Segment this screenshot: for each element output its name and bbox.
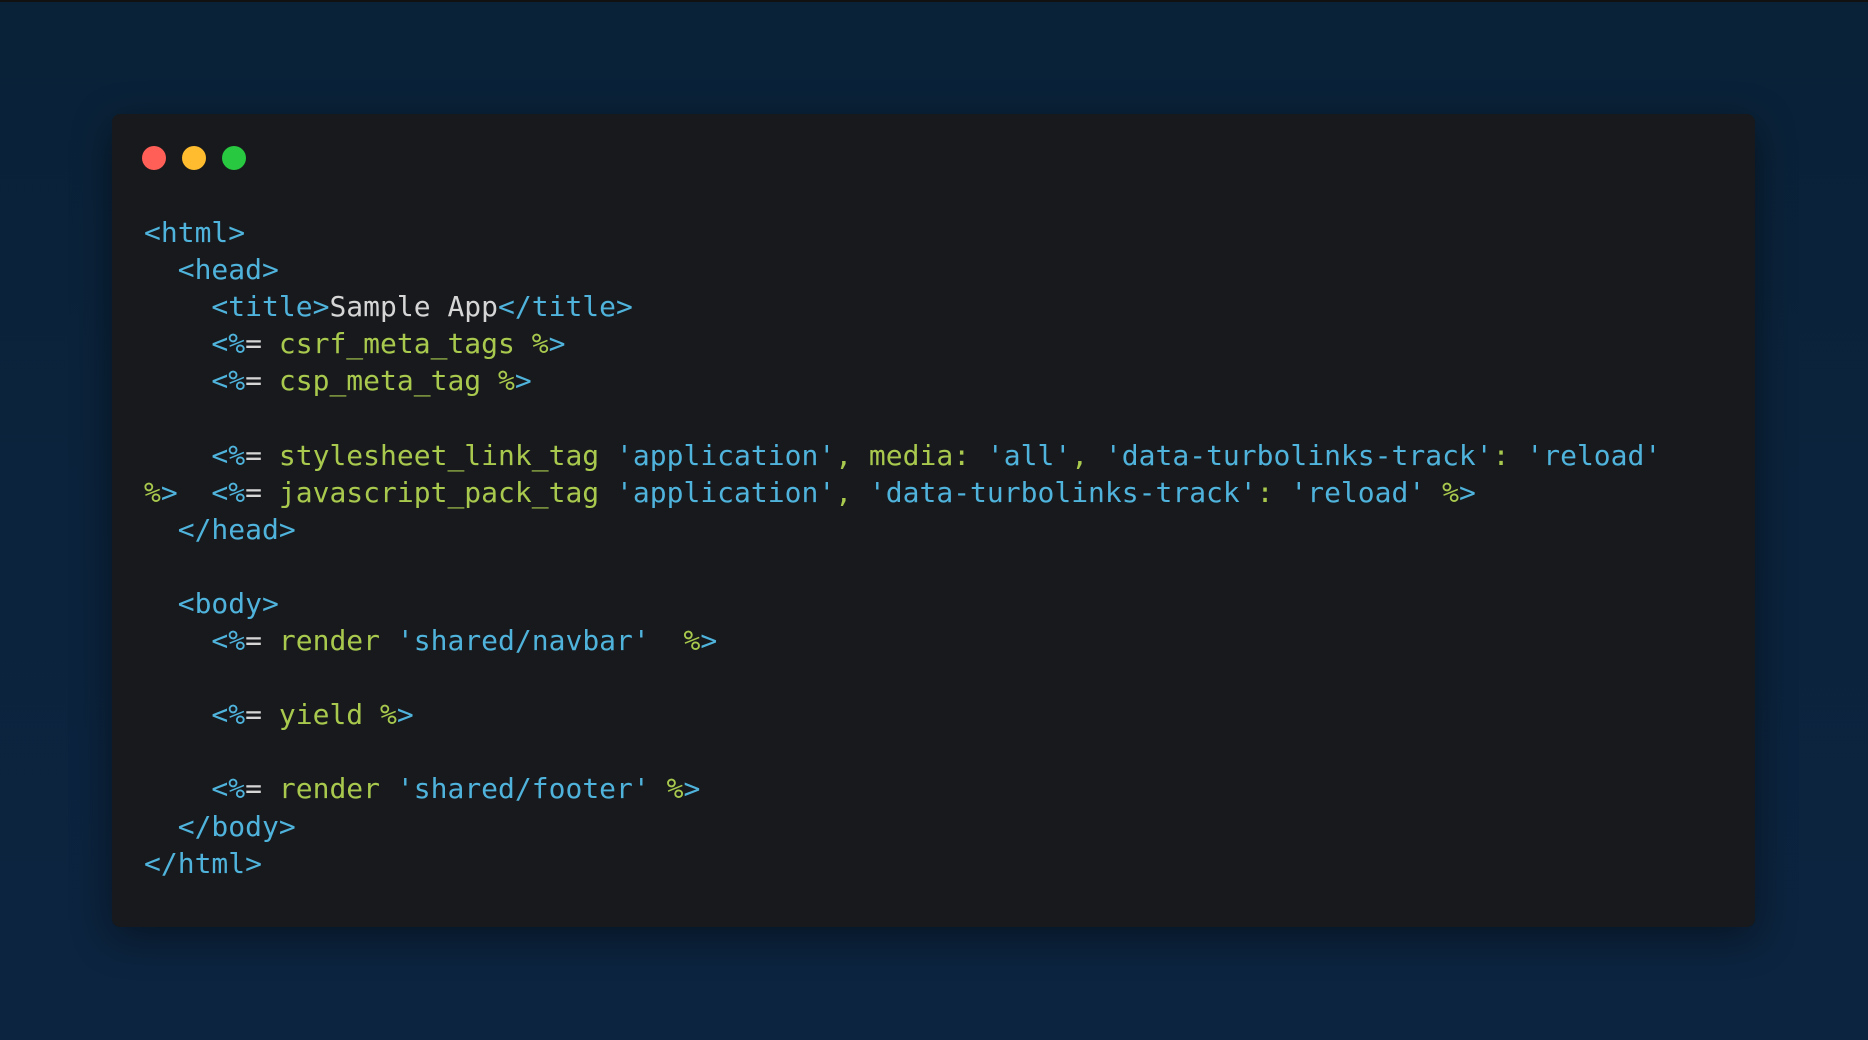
- code-token: </body>: [144, 809, 296, 843]
- code-token: :: [1492, 438, 1527, 472]
- code-window: <html> <head> <title>Sample App</title> …: [112, 114, 1755, 927]
- code-line: <title>Sample App</title>: [144, 288, 1661, 325]
- code-token: 'all': [986, 438, 1072, 472]
- code-token: <%: [144, 772, 246, 806]
- code-token: 'data-turbolinks-track': [868, 475, 1257, 509]
- code-line: %> <%= javascript_pack_tag 'application'…: [144, 474, 1661, 511]
- code-token: <title>: [144, 290, 330, 324]
- code-token: csrf_meta_tags: [278, 327, 532, 361]
- code-line: <%= render 'shared/navbar' %>: [144, 622, 1661, 659]
- code-token: javascript_pack_tag: [278, 475, 617, 509]
- code-line: <head>: [144, 251, 1661, 288]
- code-token: =: [245, 475, 279, 509]
- code-token: <html>: [144, 216, 246, 249]
- code-token: <%: [144, 327, 246, 361]
- code-token: 'data-turbolinks-track': [1104, 438, 1493, 472]
- code-token: =: [245, 327, 279, 361]
- code-token: >: [396, 698, 414, 732]
- code-line: <%= render 'shared/footer' %>: [144, 770, 1661, 807]
- code-token: %: [649, 772, 684, 806]
- code-token: %: [380, 698, 397, 732]
- code-token: 'application': [616, 438, 836, 472]
- code-token: ,: [835, 475, 869, 509]
- close-button[interactable]: [142, 146, 166, 170]
- code-token: =: [245, 438, 279, 472]
- code-line: <html>: [144, 214, 1661, 251]
- code-token: <body>: [144, 586, 279, 620]
- code-token: 'reload': [1290, 475, 1426, 509]
- code-token: </html>: [144, 846, 263, 880]
- code-token: ,: [1071, 438, 1105, 472]
- code-line: </html>: [144, 845, 1661, 882]
- code-token: >: [1458, 475, 1476, 509]
- code-token: 'reload': [1526, 438, 1662, 472]
- code-token: %: [1425, 475, 1459, 509]
- code-line: </body>: [144, 808, 1661, 845]
- code-token: %: [649, 624, 701, 658]
- code-token: <head>: [144, 253, 279, 287]
- top-border: [0, 0, 1868, 2]
- code-token: %: [531, 327, 549, 361]
- code-token: render: [278, 772, 397, 806]
- code-token: render: [278, 624, 397, 658]
- code-token: 'application': [616, 475, 836, 509]
- code-token: 'shared/footer': [396, 772, 650, 806]
- code-line: </head>: [144, 511, 1661, 548]
- code-token: >: [514, 364, 532, 398]
- code-token: </title>: [498, 290, 633, 324]
- code-token: Sample App: [329, 290, 499, 324]
- code-token: =: [245, 698, 279, 732]
- code-line: <%= csp_meta_tag %>: [144, 362, 1661, 399]
- code-token: =: [245, 772, 279, 806]
- code-token: :: [1256, 475, 1291, 509]
- code-token: %: [498, 364, 515, 398]
- maximize-button[interactable]: [222, 146, 246, 170]
- code-line: <%= csrf_meta_tags %>: [144, 325, 1661, 362]
- minimize-button[interactable]: [182, 146, 206, 170]
- code-token: <%: [177, 475, 246, 509]
- code-token: yield: [278, 698, 381, 732]
- code-token: <%: [144, 698, 246, 732]
- code-token: </head>: [144, 512, 296, 546]
- code-token: %: [144, 475, 161, 509]
- code-line: <body>: [144, 585, 1661, 622]
- code-token: csp_meta_tag: [278, 364, 499, 398]
- code-token: <%: [144, 624, 246, 658]
- code-block: <html> <head> <title>Sample App</title> …: [144, 214, 1661, 882]
- code-token: >: [683, 772, 701, 806]
- code-line: <%= yield %>: [144, 696, 1661, 733]
- code-token: stylesheet_link_tag: [278, 438, 617, 472]
- code-token: , media:: [835, 438, 987, 472]
- code-token: >: [160, 475, 178, 509]
- code-token: 'shared/navbar': [396, 624, 650, 658]
- code-line: <%= stylesheet_link_tag 'application', m…: [144, 437, 1661, 474]
- code-token: <%: [144, 438, 246, 472]
- code-token: <%: [144, 364, 246, 398]
- code-token: >: [700, 624, 718, 658]
- code-token: =: [245, 624, 279, 658]
- code-token: >: [548, 327, 566, 361]
- code-token: =: [245, 364, 279, 398]
